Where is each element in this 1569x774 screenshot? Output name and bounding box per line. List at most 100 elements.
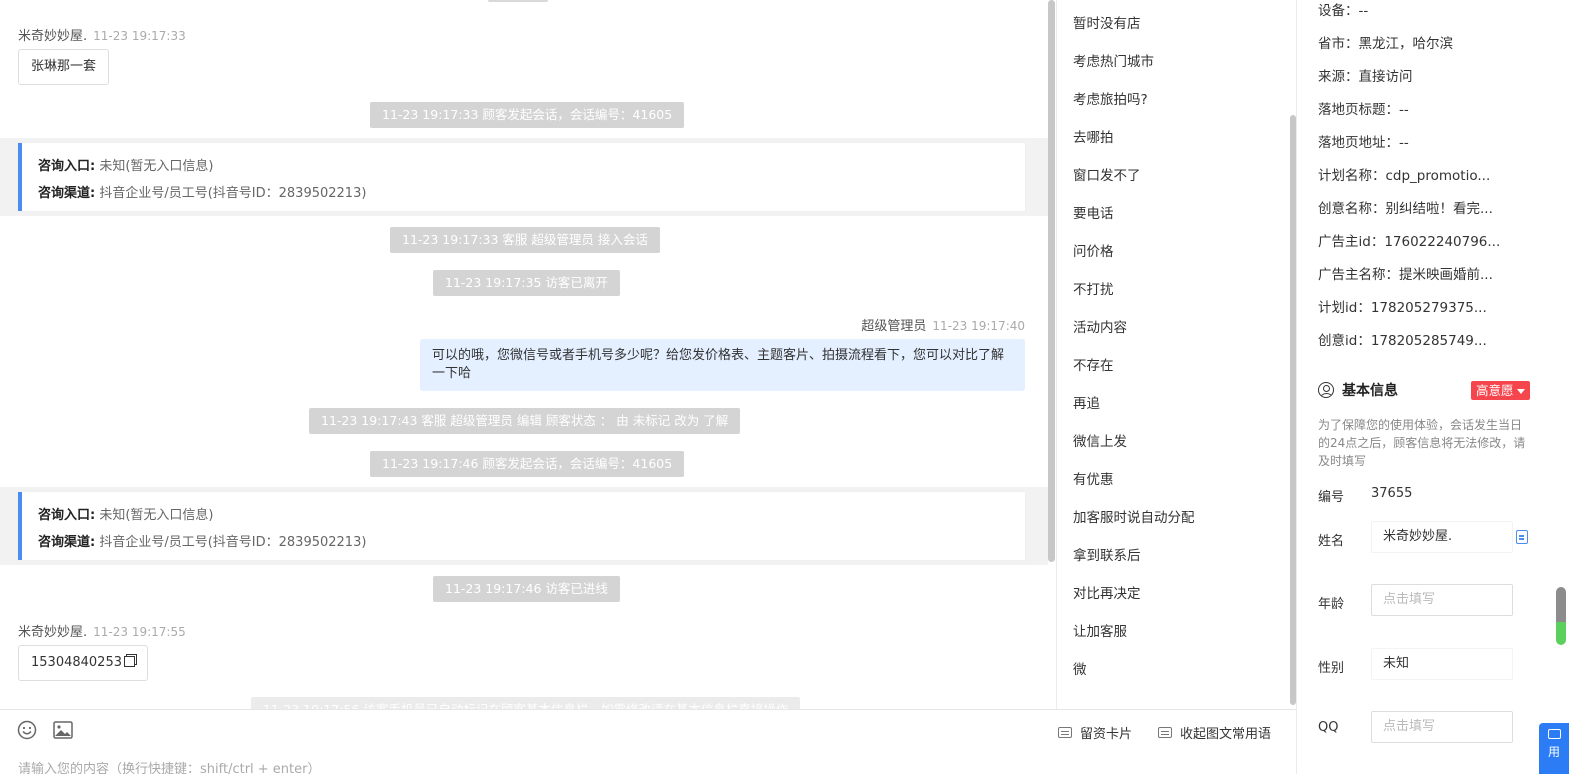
visitor-info-row: 省市：黑龙江，哈尔滨 bbox=[1318, 36, 1453, 52]
quick-reply-item[interactable]: 对比再决定 bbox=[1073, 582, 1141, 602]
floating-button-label: 用 bbox=[1547, 745, 1560, 759]
collapse-phrases-label: 收起图文常用语 bbox=[1180, 727, 1272, 742]
user-icon bbox=[1318, 382, 1334, 398]
consult-channel-row: 咨询渠道: 抖音企业号/员工号(抖音号ID：2839502213) bbox=[38, 529, 1025, 556]
collapse-phrases-button[interactable]: 收起图文常用语 bbox=[1158, 723, 1271, 742]
name-label: 姓名 bbox=[1318, 534, 1345, 549]
consult-entry-value: 未知(暂无入口信息) bbox=[99, 159, 214, 174]
intent-badge[interactable]: 高意愿 bbox=[1471, 381, 1530, 400]
chat-scrollbar-thumb[interactable] bbox=[1048, 0, 1055, 562]
consult-channel-row: 咨询渠道: 抖音企业号/员工号(抖音号ID：2839502213) bbox=[38, 180, 1025, 207]
visitor-phone-bubble: 15304840253 bbox=[18, 645, 148, 681]
message-composer: 留资卡片 收起图文常用语 请输入您的内容（换行快捷键：shift/ctrl + … bbox=[0, 709, 1296, 774]
basic-info-title: 基本信息 bbox=[1342, 383, 1398, 399]
clipped-system-message bbox=[488, 0, 548, 2]
copy-icon[interactable] bbox=[123, 656, 135, 667]
chat-scrollbar[interactable] bbox=[1048, 0, 1055, 709]
visitor-message-bubble: 张琳那一套 bbox=[18, 49, 110, 85]
visitor-info-row: 设备：-- bbox=[1318, 3, 1369, 19]
system-message: 11-23 19:17:46 访客已进线 bbox=[433, 576, 620, 602]
gender-field[interactable]: 未知 bbox=[1371, 648, 1513, 680]
age-field[interactable]: 点击填写 bbox=[1371, 584, 1513, 616]
quick-reply-item[interactable]: 窗口发不了 bbox=[1073, 164, 1141, 184]
emoji-icon[interactable] bbox=[17, 720, 37, 740]
chat-workspace: 米奇妙妙屋. 11-23 19:17:33 张琳那一套 11-23 19:17:3… bbox=[0, 0, 1569, 774]
qq-field[interactable]: 点击填写 bbox=[1371, 711, 1513, 743]
quick-reply-item[interactable]: 有优惠 bbox=[1073, 468, 1114, 488]
consult-info-card: 咨询入口: 未知(暂无入口信息) 咨询渠道: 抖音企业号/员工号(抖音号ID：2… bbox=[18, 143, 1025, 211]
consult-entry-row: 咨询入口: 未知(暂无入口信息) bbox=[38, 153, 1025, 180]
consult-entry-value: 未知(暂无入口信息) bbox=[99, 508, 214, 523]
gender-label: 性别 bbox=[1318, 661, 1345, 676]
consult-entry-row: 咨询入口: 未知(暂无入口信息) bbox=[38, 502, 1025, 529]
system-message: 11-23 19:17:33 客服 超级管理员 接入会话 bbox=[390, 227, 660, 253]
id-value: 37655 bbox=[1371, 486, 1413, 501]
quick-reply-item[interactable]: 不存在 bbox=[1073, 354, 1114, 374]
visitor-info-row: 创意名称：别纠结啦！看完... bbox=[1318, 201, 1493, 217]
intent-badge-label: 高意愿 bbox=[1476, 383, 1514, 398]
message-icon bbox=[1547, 729, 1561, 739]
agent-message-bubble: 可以的哦，您微信号或者手机号多少呢？给您发价格表、主题客片、拍摄流程看下，您可以… bbox=[420, 339, 1025, 391]
lead-card-button[interactable]: 留资卡片 bbox=[1058, 723, 1132, 742]
system-message: 11-23 19:17:33 顾客发起会话，会话编号：41605 bbox=[370, 102, 685, 128]
agent-name: 超级管理员 bbox=[861, 319, 927, 334]
image-icon[interactable] bbox=[53, 720, 73, 740]
customer-info-panel: 设备：-- 省市：黑龙江，哈尔滨 来源：直接访问 落地页标题：-- 落地页地址：-- 计划… bbox=[1296, 0, 1569, 774]
system-message: 11-23 19:17:43 客服 超级管理员 编辑 顾客状态 ： 由 未标记 … bbox=[309, 408, 741, 434]
basic-info-header: 基本信息 bbox=[1318, 380, 1398, 400]
agent-message-header: 超级管理员 11-23 19:17:40 bbox=[861, 315, 1025, 334]
quick-reply-item[interactable]: 考虑热门城市 bbox=[1073, 50, 1154, 70]
floating-service-button[interactable]: 用 bbox=[1539, 723, 1569, 774]
quick-reply-item[interactable]: 再追 bbox=[1073, 392, 1100, 412]
message-input[interactable]: 请输入您的内容（换行快捷键：shift/ctrl + enter） bbox=[18, 758, 321, 774]
quick-reply-item[interactable]: 微 bbox=[1073, 658, 1087, 678]
quick-reply-item[interactable]: 不打扰 bbox=[1073, 278, 1114, 298]
message-time: 11-23 19:17:40 bbox=[932, 319, 1025, 333]
consult-info-card: 咨询入口: 未知(暂无入口信息) 咨询渠道: 抖音企业号/员工号(抖音号ID：2… bbox=[18, 492, 1025, 560]
quick-reply-item[interactable]: 加客服时说自动分配 bbox=[1073, 506, 1195, 526]
chat-history[interactable]: 米奇妙妙屋. 11-23 19:17:33 张琳那一套 11-23 19:17:3… bbox=[0, 0, 1056, 709]
quick-reply-item[interactable]: 暂时没有店 bbox=[1073, 12, 1141, 32]
visitor-info-row: 计划id：178205279375... bbox=[1318, 300, 1487, 316]
quick-reply-item[interactable]: 要电话 bbox=[1073, 202, 1114, 222]
lead-card-label: 留资卡片 bbox=[1080, 727, 1133, 742]
quick-reply-item[interactable]: 活动内容 bbox=[1073, 316, 1127, 336]
quick-reply-item[interactable]: 拿到联系后 bbox=[1073, 544, 1141, 564]
consult-entry-label: 咨询入口: bbox=[38, 508, 96, 523]
quick-reply-item[interactable]: 让加客服 bbox=[1073, 620, 1127, 640]
id-label: 编号 bbox=[1318, 490, 1345, 505]
consult-channel-value: 抖音企业号/员工号(抖音号ID：2839502213) bbox=[99, 186, 367, 201]
visitor-info-row: 落地页标题：-- bbox=[1318, 102, 1409, 118]
consult-channel-label: 咨询渠道: bbox=[38, 186, 96, 201]
message-time: 11-23 19:17:33 bbox=[93, 29, 186, 43]
message-text: 15304840253 bbox=[31, 655, 122, 670]
message-sender: 米奇妙妙屋. 11-23 19:17:33 bbox=[18, 25, 186, 44]
card-icon bbox=[1058, 727, 1072, 738]
system-message: 11-23 19:17:46 顾客发起会话，会话编号：41605 bbox=[370, 451, 685, 477]
quick-reply-item[interactable]: 考虑旅拍吗? bbox=[1073, 88, 1148, 108]
copy-name-icon[interactable] bbox=[1516, 530, 1528, 544]
name-field[interactable]: 米奇妙妙屋. bbox=[1371, 521, 1513, 553]
quick-reply-list: 暂时没有店考虑热门城市 考虑旅拍吗? 去哪拍窗口发不了要电话问价格不打扰活动内容不存… bbox=[1056, 0, 1296, 709]
edit-notice: 为了保障您的使用体验，会话发生当日的24点之后，顾客信息将无法修改，请及时填写 bbox=[1318, 418, 1526, 468]
sender-name: 米奇妙妙屋. bbox=[18, 625, 88, 640]
message-text: 张琳那一套 bbox=[31, 59, 97, 74]
message-sender: 米奇妙妙屋. 11-23 19:17:55 bbox=[18, 621, 186, 640]
visitor-info-row: 落地页地址：-- bbox=[1318, 135, 1409, 151]
consult-channel-value: 抖音企业号/员工号(抖音号ID：2839502213) bbox=[99, 535, 367, 550]
quick-reply-item[interactable]: 微信上发 bbox=[1073, 430, 1127, 450]
phrases-icon bbox=[1158, 727, 1172, 738]
panel-scrollbar[interactable] bbox=[1556, 587, 1566, 645]
system-message: 11-23 19:17:35 访客已离开 bbox=[433, 270, 620, 296]
visitor-info-row: 广告主id：176022240796... bbox=[1318, 234, 1501, 250]
visitor-info-row: 广告主名称：提米映画婚前... bbox=[1318, 267, 1493, 283]
quick-reply-item[interactable]: 问价格 bbox=[1073, 240, 1114, 260]
visitor-info-row: 计划名称：cdp_promotio... bbox=[1318, 168, 1491, 184]
age-label: 年龄 bbox=[1318, 597, 1345, 612]
consult-channel-label: 咨询渠道: bbox=[38, 535, 96, 550]
visitor-info-row: 创意id：178205285749... bbox=[1318, 333, 1487, 349]
caret-down-icon bbox=[1516, 389, 1525, 394]
consult-entry-label: 咨询入口: bbox=[38, 159, 96, 174]
message-time: 11-23 19:17:55 bbox=[93, 625, 186, 639]
quick-reply-item[interactable]: 去哪拍 bbox=[1073, 126, 1114, 146]
